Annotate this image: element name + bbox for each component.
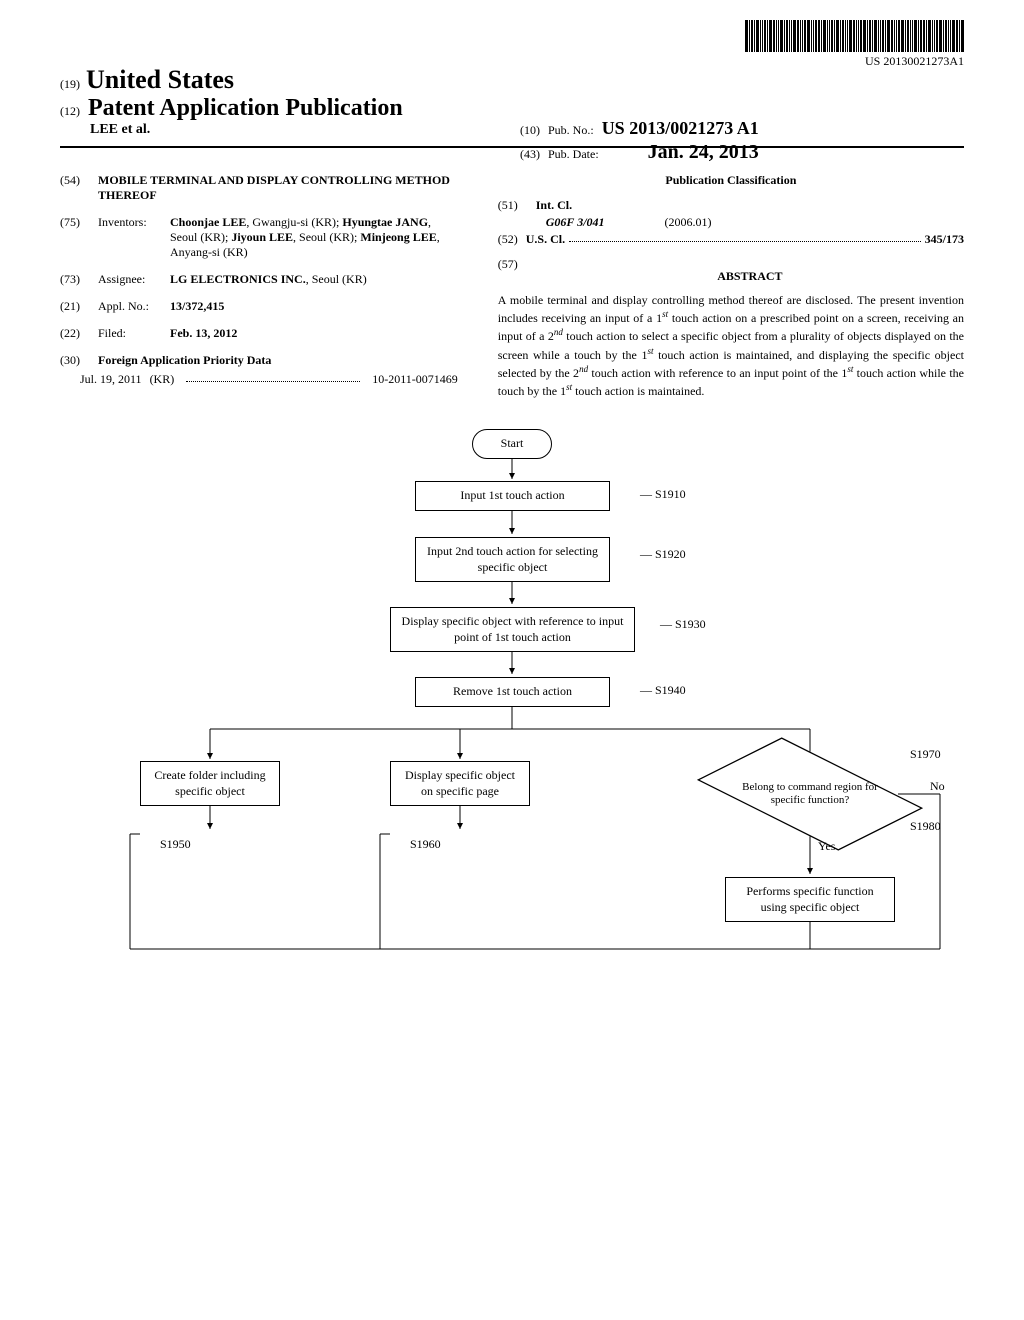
field-73-num: (73): [60, 272, 88, 287]
fc-s1970-text: Belong to command region for specific fu…: [730, 781, 890, 807]
fc-s1960-box: Display specific object on specific page: [390, 761, 530, 806]
field-52-num: (52): [498, 232, 526, 247]
dotted-leader-uscl: [569, 232, 921, 242]
pub-no-label: Pub. No.:: [548, 123, 594, 138]
field-52-label: U.S. Cl.: [526, 232, 565, 247]
dotted-leader: [186, 372, 360, 382]
content: (54) MOBILE TERMINAL AND DISPLAY CONTROL…: [60, 173, 964, 399]
fc-s1920-box: Input 2nd touch action for selecting spe…: [415, 537, 610, 582]
divider: [60, 146, 964, 148]
us-cl-value: 345/173: [925, 232, 964, 247]
pub-no-value: US 2013/0021273 A1: [602, 118, 759, 139]
barcode-text: US 20130021273A1: [745, 54, 964, 69]
field-51-label: Int. Cl.: [536, 198, 572, 213]
priority-number: 10-2011-0071469: [372, 372, 458, 387]
fc-s1910-box: Input 1st touch action: [415, 481, 610, 511]
field-21-num: (21): [60, 299, 88, 314]
priority-date: Jul. 19, 2011: [80, 372, 142, 387]
fc-s1910-label: — S1910: [640, 487, 686, 502]
field-22-num: (22): [60, 326, 88, 341]
fc-s1920-label: — S1920: [640, 547, 686, 562]
fc-s1980-label: S1980: [910, 819, 941, 834]
left-column: (54) MOBILE TERMINAL AND DISPLAY CONTROL…: [60, 173, 458, 399]
fc-s1970-label: S1970: [910, 747, 941, 762]
fc-s1940-box: Remove 1st touch action: [415, 677, 610, 707]
field-21-label: Appl. No.:: [98, 299, 160, 314]
country: United States: [86, 65, 234, 95]
fc-s1960-label: S1960: [410, 837, 441, 852]
fc-s1980-box: Performs specific function using specifi…: [725, 877, 895, 922]
fc-no-label: No: [930, 779, 945, 794]
right-column: Publication Classification (51) Int. Cl.…: [498, 173, 964, 399]
header-left: (19) United States (12) Patent Applicati…: [60, 65, 964, 138]
right-header: (10) Pub. No.: US 2013/0021273 A1 (43) P…: [520, 118, 759, 166]
invention-title: MOBILE TERMINAL AND DISPLAY CONTROLLING …: [98, 173, 458, 203]
priority-country: (KR): [150, 372, 175, 387]
assignee: LG ELECTRONICS INC., Seoul (KR): [170, 272, 458, 287]
appl-no: 13/372,415: [170, 299, 458, 314]
pub-date-num: (43): [520, 147, 540, 162]
field-51-num: (51): [498, 198, 526, 213]
kind-code-19: (19): [60, 77, 80, 92]
pub-date-label: Pub. Date:: [548, 147, 599, 162]
flowchart: Start Input 1st touch action — S1910 Inp…: [60, 429, 964, 989]
barcode-section: US 20130021273A1: [745, 20, 964, 69]
fc-s1940-label: — S1940: [640, 683, 686, 698]
field-57-num: (57): [498, 257, 526, 292]
publication-type: Patent Application Publication: [88, 95, 403, 122]
field-30-num: (30): [60, 353, 88, 368]
fc-yes-label: Yes: [818, 839, 835, 854]
barcode-graphic: [745, 20, 964, 52]
fc-s1930-label: — S1930: [660, 617, 706, 632]
field-73-label: Assignee:: [98, 272, 160, 287]
int-cl-code: G06F 3/041: [546, 215, 605, 230]
fc-s1950-box: Create folder including specific object: [140, 761, 280, 806]
fc-s1930-box: Display specific object with reference t…: [390, 607, 635, 652]
pub-date-value: Jan. 24, 2013: [648, 141, 759, 164]
fc-s1970-diamond: Belong to command region for specific fu…: [730, 759, 890, 829]
pub-no-num: (10): [520, 123, 540, 138]
abstract-text: A mobile terminal and display controllin…: [498, 292, 964, 399]
field-22-label: Filed:: [98, 326, 160, 341]
fc-s1950-label: S1950: [160, 837, 191, 852]
classification-heading: Publication Classification: [498, 173, 964, 188]
inventors: Choonjae LEE, Gwangju-si (KR); Hyungtae …: [170, 215, 458, 260]
kind-code-12: (12): [60, 104, 80, 119]
field-75-label: Inventors:: [98, 215, 160, 260]
field-75-num: (75): [60, 215, 88, 260]
int-cl-date: (2006.01): [665, 215, 712, 230]
abstract-heading: ABSTRACT: [536, 269, 964, 284]
priority-row: Jul. 19, 2011 (KR) 10-2011-0071469: [80, 372, 458, 387]
field-54-num: (54): [60, 173, 88, 203]
fc-start: Start: [472, 429, 552, 459]
priority-heading: Foreign Application Priority Data: [98, 353, 271, 368]
filed-date: Feb. 13, 2012: [170, 326, 458, 341]
